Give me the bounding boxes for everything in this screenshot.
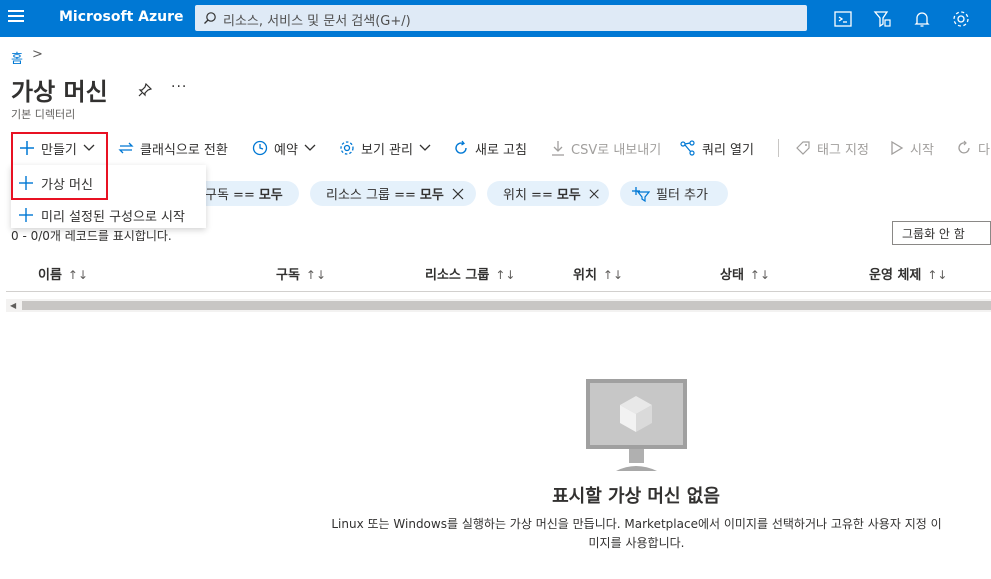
column-header-location[interactable]: 위치 ↑↓	[573, 264, 623, 283]
query-graph-icon	[680, 140, 695, 156]
sort-icon: ↑↓	[927, 268, 948, 282]
tag-icon	[796, 141, 810, 155]
schedule-label: 예약	[274, 142, 298, 158]
assign-tags-button[interactable]: 태그 지정	[795, 137, 869, 159]
sort-icon: ↑↓	[305, 268, 327, 282]
column-header-name[interactable]: 이름 ↑↓	[38, 264, 88, 283]
restart-button[interactable]: 다	[956, 137, 990, 159]
restart-icon	[958, 140, 970, 154]
horizontal-scrollbar[interactable]: ◀	[6, 299, 991, 312]
download-icon	[552, 141, 564, 156]
column-header-label: 상태	[720, 268, 744, 283]
assign-tags-label: 태그 지정	[817, 142, 869, 158]
manage-view-button[interactable]: 보기 관리	[339, 137, 431, 159]
switch-classic-button[interactable]: 클래식으로 전환	[118, 137, 228, 159]
breadcrumb-chevron-icon: >	[32, 47, 43, 62]
filter-resource-group-label: 리소스 그룹 ==	[326, 188, 416, 203]
refresh-button[interactable]: 새로 고침	[453, 137, 527, 159]
filter-subscription-label: 구독 ==	[205, 188, 255, 203]
breadcrumb-home[interactable]: 홈	[11, 48, 23, 67]
highlight-box	[11, 132, 108, 200]
refresh-label: 새로 고침	[475, 142, 527, 158]
switch-classic-label: 클래식으로 전환	[140, 142, 228, 158]
add-filter-icon	[632, 186, 650, 202]
sort-icon: ↑↓	[495, 268, 516, 282]
portal-brand[interactable]: Microsoft Azure	[59, 9, 184, 25]
filter-location-label: 위치 ==	[503, 188, 553, 203]
empty-state-description-line: Linux 또는 Windows를 실행하는 가상 머신을 만듭니다. Mark…	[331, 517, 942, 531]
add-filter-label: 필터 추가	[656, 188, 708, 203]
directory-filter-icon[interactable]	[872, 9, 892, 29]
search-input[interactable]: 리소스, 서비스 및 문서 검색(G+/)	[195, 5, 807, 31]
export-csv-button[interactable]: CSV로 내보내기	[551, 137, 661, 159]
restart-label: 다	[978, 142, 990, 158]
pin-icon[interactable]	[138, 83, 152, 97]
close-icon[interactable]	[589, 188, 599, 200]
clock-icon	[252, 140, 268, 156]
empty-state-title: 표시할 가상 머신 없음	[552, 486, 720, 507]
chevron-down-icon	[304, 144, 316, 151]
column-header-status[interactable]: 상태 ↑↓	[720, 264, 770, 283]
empty-state-description-line: 미지를 사용합니다.	[588, 536, 685, 550]
search-icon	[204, 12, 216, 24]
sort-icon: ↑↓	[602, 268, 624, 282]
gear-icon	[340, 141, 354, 155]
column-header-subscription[interactable]: 구독 ↑↓	[276, 264, 326, 283]
filter-resource-group[interactable]: 리소스 그룹 == 모두	[310, 181, 476, 206]
page-subtitle: 기본 디렉터리	[11, 108, 76, 121]
create-menu-item-preset[interactable]: 미리 설정된 구성으로 시작	[11, 202, 206, 228]
search-placeholder: 리소스, 서비스 및 문서 검색(G+/)	[223, 14, 411, 29]
column-header-label: 운영 체제	[869, 268, 922, 283]
toolbar-divider	[778, 139, 779, 157]
sort-icon: ↑↓	[67, 268, 89, 282]
column-header-label: 위치	[573, 268, 597, 283]
switch-arrows-icon	[118, 142, 134, 154]
column-header-os[interactable]: 운영 체제 ↑↓	[869, 264, 947, 283]
notifications-icon[interactable]	[912, 9, 932, 29]
page-title: 가상 머신	[11, 78, 108, 106]
filter-subscription-value: 모두	[258, 188, 283, 203]
filter-location-value: 모두	[556, 188, 581, 203]
group-by-select[interactable]: 그룹화 안 함	[892, 221, 991, 245]
more-options-icon[interactable]: ···	[171, 79, 187, 95]
cloud-shell-icon[interactable]	[833, 9, 853, 29]
filter-location[interactable]: 위치 == 모두	[487, 181, 609, 206]
settings-icon[interactable]	[951, 9, 971, 29]
start-label: 시작	[910, 142, 934, 158]
schedule-button[interactable]: 예약	[252, 137, 316, 159]
scrollbar-thumb[interactable]	[22, 301, 991, 310]
scroll-left-icon[interactable]: ◀	[10, 301, 16, 310]
record-count: 0 - 0/0개 레코드를 표시합니다.	[11, 229, 172, 243]
open-query-button[interactable]: 쿼리 열기	[680, 137, 754, 159]
play-icon	[891, 140, 904, 156]
sort-icon: ↑↓	[749, 268, 771, 282]
menu-icon[interactable]	[8, 10, 24, 26]
column-header-label: 구독	[276, 268, 300, 283]
column-header-label: 리소스 그룹	[425, 268, 490, 283]
table-divider	[6, 291, 991, 292]
plus-icon	[19, 208, 33, 222]
top-bar: Microsoft Azure 리소스, 서비스 및 문서 검색(G+/)	[0, 0, 991, 37]
close-icon[interactable]	[452, 188, 464, 200]
open-query-label: 쿼리 열기	[702, 142, 754, 158]
export-csv-label: CSV로 내보내기	[571, 142, 662, 158]
manage-view-label: 보기 관리	[361, 142, 413, 158]
start-button[interactable]: 시작	[890, 137, 934, 159]
add-filter-button[interactable]: 필터 추가	[620, 181, 728, 206]
refresh-icon	[455, 140, 467, 154]
filter-resource-group-value: 모두	[419, 188, 444, 203]
create-menu-item-label: 미리 설정된 구성으로 시작	[41, 209, 185, 225]
virtual-machine-icon	[586, 379, 687, 471]
empty-state-description: Linux 또는 Windows를 실행하는 가상 머신을 만듭니다. Mark…	[291, 515, 982, 553]
chevron-down-icon	[419, 144, 431, 151]
column-header-label: 이름	[38, 268, 62, 283]
column-header-resource-group[interactable]: 리소스 그룹 ↑↓	[425, 264, 515, 283]
